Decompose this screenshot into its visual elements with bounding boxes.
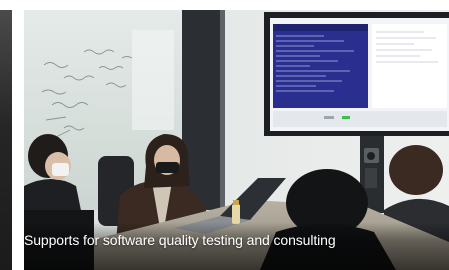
- previous-slide-peek[interactable]: [0, 10, 12, 270]
- page: Supports for software quality testing an…: [0, 0, 449, 270]
- slide-caption: Supports for software quality testing an…: [24, 232, 336, 248]
